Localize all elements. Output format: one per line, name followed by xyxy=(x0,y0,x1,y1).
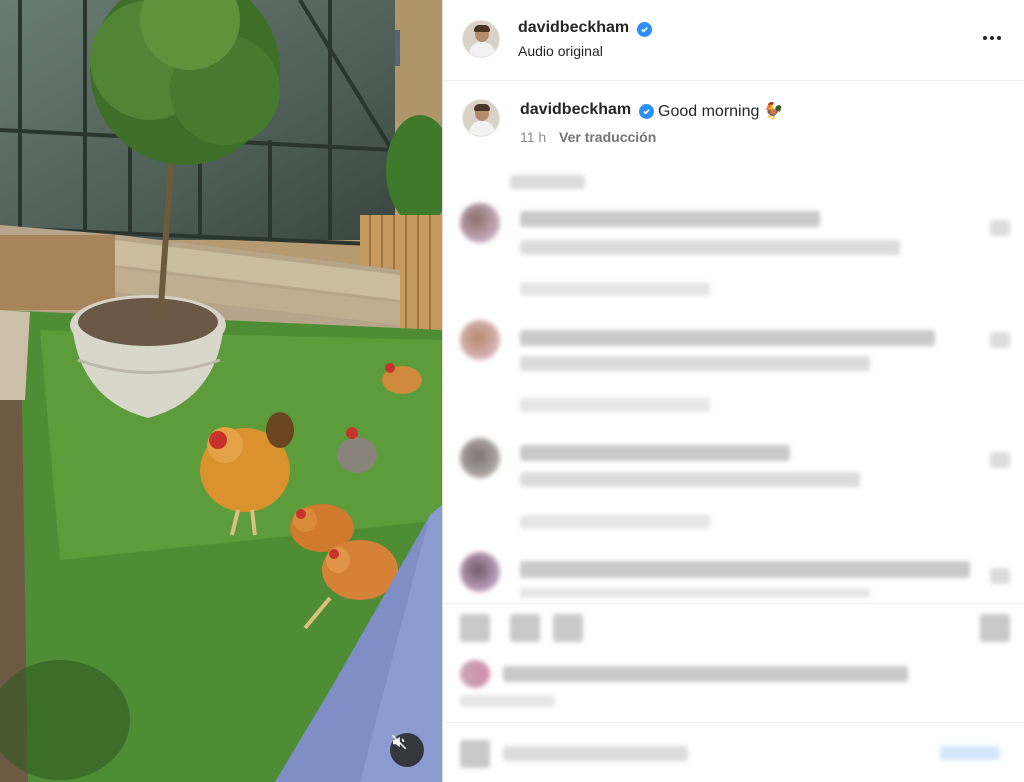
verified-badge-icon xyxy=(637,22,652,37)
comment-avatar[interactable] xyxy=(460,320,500,360)
likers-avatars[interactable] xyxy=(460,660,490,688)
caption-username[interactable]: davidbeckham xyxy=(520,101,631,119)
comment-input[interactable] xyxy=(503,746,688,761)
more-options-icon[interactable] xyxy=(977,26,1007,50)
comment-icon[interactable] xyxy=(510,614,540,642)
comment-avatar[interactable] xyxy=(460,203,500,243)
rooster-emoji: 🐓 xyxy=(763,103,784,120)
translate-link[interactable]: Ver traducción xyxy=(559,129,656,145)
speaker-muted-icon xyxy=(391,734,407,750)
post-media[interactable] xyxy=(0,0,442,782)
caption-text: Good morning 🐓 xyxy=(658,101,784,121)
emoji-icon[interactable] xyxy=(460,740,490,768)
post-timestamp: 11 h xyxy=(520,129,547,145)
mute-button[interactable] xyxy=(390,733,424,767)
bookmark-icon[interactable] xyxy=(980,614,1010,642)
like-icon[interactable] xyxy=(460,614,490,642)
actions-divider xyxy=(443,603,1024,604)
comment-avatar[interactable] xyxy=(460,552,500,592)
video-frame xyxy=(0,0,442,782)
post-panel: davidbeckham Audio original davidbeckham… xyxy=(443,0,1024,782)
verified-badge-icon xyxy=(639,104,654,119)
post-comment-button[interactable] xyxy=(940,746,1000,760)
caption-message: Good morning xyxy=(658,103,760,120)
audio-label[interactable]: Audio original xyxy=(518,43,603,59)
post-date xyxy=(460,695,555,707)
add-comment-divider xyxy=(443,722,1024,723)
author-avatar[interactable] xyxy=(462,20,500,58)
likes-summary[interactable] xyxy=(503,666,908,682)
comment-avatar[interactable] xyxy=(460,438,500,478)
post-header: davidbeckham Audio original xyxy=(443,0,1024,81)
caption-avatar[interactable] xyxy=(462,99,500,137)
author-username[interactable]: davidbeckham xyxy=(518,19,629,37)
share-icon[interactable] xyxy=(553,614,583,642)
